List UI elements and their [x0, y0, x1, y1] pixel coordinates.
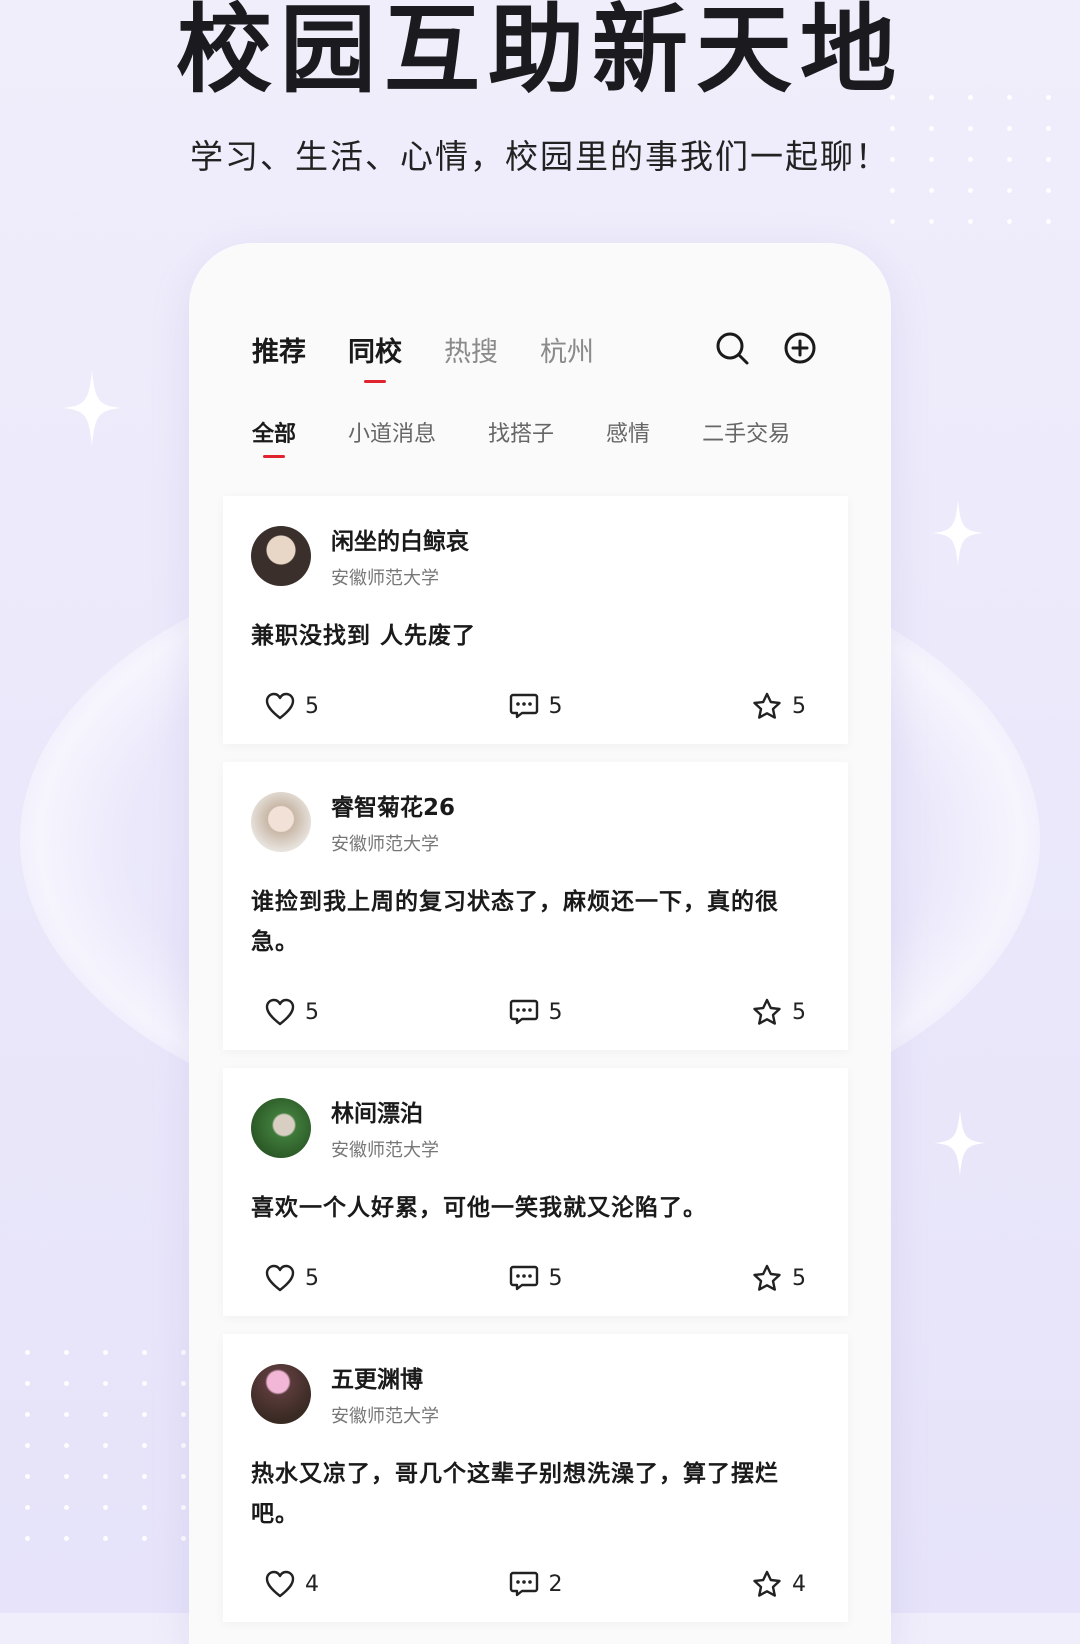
search-icon[interactable] — [714, 330, 750, 366]
comment-button[interactable]: 5 — [509, 1264, 563, 1292]
sparkle-icon — [931, 500, 985, 566]
favorite-button[interactable]: 5 — [752, 1264, 806, 1292]
heart-icon — [265, 1570, 295, 1598]
star-icon — [753, 692, 781, 719]
comment-count: 2 — [548, 1571, 563, 1597]
username[interactable]: 闲坐的白鲸哀 — [331, 522, 469, 556]
phone-frame: 推荐 同校 热搜 杭州 全部 小道消息 找搭子 感情 二手交易 闲坐的白鲸哀 安… — [190, 244, 890, 1644]
active-tab-indicator — [364, 380, 386, 383]
like-button[interactable]: 5 — [265, 998, 319, 1026]
favorite-count: 5 — [792, 999, 806, 1025]
heart-icon — [265, 998, 295, 1026]
category-find-partner[interactable]: 找搭子 — [488, 416, 554, 448]
sparkle-icon — [933, 1110, 987, 1176]
plus-circle-icon[interactable] — [782, 330, 818, 366]
post-header: 五更渊博 安徽师范大学 — [251, 1360, 820, 1428]
post-actions: 5 5 5 — [251, 998, 820, 1026]
top-actions — [714, 330, 818, 366]
star-icon — [753, 1264, 781, 1291]
post-card[interactable]: 闲坐的白鲸哀 安徽师范大学 兼职没找到 人先废了 5 5 5 — [223, 496, 848, 744]
avatar[interactable] — [251, 1098, 311, 1158]
username[interactable]: 睿智菊花26 — [331, 788, 455, 822]
like-count: 5 — [305, 693, 319, 719]
username[interactable]: 五更渊博 — [331, 1360, 439, 1394]
tab-hangzhou[interactable]: 杭州 — [540, 330, 594, 369]
comment-count: 5 — [548, 1265, 563, 1291]
comment-icon — [509, 693, 538, 719]
category-relationship[interactable]: 感情 — [606, 416, 650, 448]
post-card[interactable]: 睿智菊花26 安徽师范大学 谁捡到我上周的复习状态了，麻烦还一下，真的很急。 5… — [223, 762, 848, 1050]
post-content[interactable]: 喜欢一个人好累，可他一笑我就又沦陷了。 — [251, 1188, 820, 1228]
hero-subtitle: 学习、生活、心情，校园里的事我们一起聊！ — [190, 137, 890, 176]
category-gossip[interactable]: 小道消息 — [348, 416, 436, 448]
top-tab-bar: 推荐 同校 热搜 杭州 — [252, 330, 594, 383]
avatar[interactable] — [251, 1364, 311, 1424]
post-header: 闲坐的白鲸哀 安徽师范大学 — [251, 522, 820, 590]
post-actions: 4 2 4 — [251, 1570, 820, 1598]
username[interactable]: 林间漂泊 — [331, 1094, 439, 1128]
comment-icon — [509, 1265, 538, 1291]
favorite-button[interactable]: 5 — [752, 692, 806, 720]
post-content[interactable]: 谁捡到我上周的复习状态了，麻烦还一下，真的很急。 — [251, 882, 820, 962]
category-second-hand[interactable]: 二手交易 — [702, 416, 790, 448]
like-count: 5 — [305, 999, 319, 1025]
school-name: 安徽师范大学 — [331, 568, 439, 589]
post-content[interactable]: 热水又凉了，哥几个这辈子别想洗澡了，算了摆烂吧。 — [251, 1454, 820, 1534]
star-icon — [753, 998, 781, 1025]
comment-button[interactable]: 5 — [509, 692, 563, 720]
like-button[interactable]: 4 — [265, 1570, 319, 1598]
like-button[interactable]: 5 — [265, 1264, 319, 1292]
star-icon — [753, 1570, 781, 1597]
comment-button[interactable]: 2 — [509, 1570, 563, 1598]
heart-icon — [265, 1264, 295, 1292]
post-feed: 闲坐的白鲸哀 安徽师范大学 兼职没找到 人先废了 5 5 5 睿智菊花26 安徽… — [223, 496, 848, 1640]
like-button[interactable]: 5 — [265, 692, 319, 720]
tab-same-school[interactable]: 同校 — [348, 330, 402, 383]
tab-hot-search[interactable]: 热搜 — [444, 330, 498, 369]
school-name: 安徽师范大学 — [331, 834, 439, 855]
avatar[interactable] — [251, 792, 311, 852]
avatar[interactable] — [251, 526, 311, 586]
comment-icon — [509, 999, 538, 1025]
like-count: 4 — [305, 1571, 319, 1597]
school-name: 安徽师范大学 — [331, 1406, 439, 1427]
comment-count: 5 — [548, 693, 563, 719]
post-actions: 5 5 5 — [251, 1264, 820, 1292]
category-tab-bar: 全部 小道消息 找搭子 感情 二手交易 — [252, 416, 842, 458]
like-count: 5 — [305, 1265, 319, 1291]
post-header: 林间漂泊 安徽师范大学 — [251, 1094, 820, 1162]
post-card[interactable]: 林间漂泊 安徽师范大学 喜欢一个人好累，可他一笑我就又沦陷了。 5 5 5 — [223, 1068, 848, 1316]
comment-button[interactable]: 5 — [509, 998, 563, 1026]
favorite-count: 5 — [792, 693, 806, 719]
post-card[interactable]: 五更渊博 安徽师范大学 热水又凉了，哥几个这辈子别想洗澡了，算了摆烂吧。 4 2… — [223, 1334, 848, 1622]
tab-recommend[interactable]: 推荐 — [252, 330, 306, 369]
category-all[interactable]: 全部 — [252, 416, 296, 458]
post-content[interactable]: 兼职没找到 人先废了 — [251, 616, 820, 656]
comment-icon — [509, 1571, 538, 1597]
favorite-button[interactable]: 5 — [752, 998, 806, 1026]
favorite-count: 4 — [792, 1571, 806, 1597]
active-category-indicator — [263, 455, 285, 458]
post-header: 睿智菊花26 安徽师范大学 — [251, 788, 820, 856]
comment-count: 5 — [548, 999, 563, 1025]
dot-pattern — [25, 1350, 186, 1541]
hero-title: 校园互助新天地 — [176, 0, 904, 106]
favorite-button[interactable]: 4 — [752, 1570, 806, 1598]
post-actions: 5 5 5 — [251, 692, 820, 720]
heart-icon — [265, 692, 295, 720]
sparkle-icon — [62, 370, 122, 446]
school-name: 安徽师范大学 — [331, 1140, 439, 1161]
favorite-count: 5 — [792, 1265, 806, 1291]
